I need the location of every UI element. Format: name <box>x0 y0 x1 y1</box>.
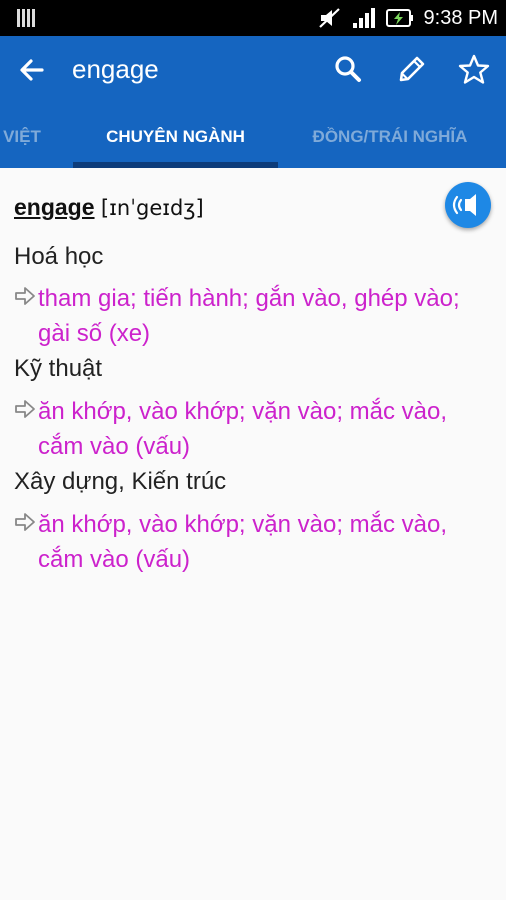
signal-icon <box>352 8 375 28</box>
definition-text: ăn khớp, vào khớp; vặn vào; mắc vào, cắm… <box>38 511 448 573</box>
notification-icon <box>17 9 35 27</box>
search-icon[interactable] <box>330 52 366 88</box>
headword-line: engage [ɪnˈgeɪdʒ] <box>14 194 204 221</box>
mute-icon <box>318 8 340 28</box>
category-label: Kỹ thuật <box>14 355 103 382</box>
arrow-right-icon <box>15 513 35 531</box>
back-arrow-icon[interactable] <box>14 52 50 88</box>
arrow-right-icon <box>15 287 35 305</box>
category-label: Xây dựng, Kiến trúc <box>14 468 227 495</box>
status-bar: 9:38 PM <box>0 0 506 36</box>
definition-text: ăn khớp, vào khớp; vặn vào; mắc vào, cắm… <box>38 398 448 460</box>
pencil-icon[interactable] <box>393 52 429 88</box>
tab-chuyen-nganh[interactable]: CHUYÊN NGÀNH <box>73 106 278 168</box>
speaker-button[interactable] <box>445 182 491 228</box>
definition-text: tham gia; tiến hành; gắn vào, ghép vào; … <box>38 285 460 347</box>
star-icon[interactable] <box>456 52 492 88</box>
app-bar: engage <box>0 36 506 106</box>
arrow-right-icon <box>15 400 35 418</box>
headword[interactable]: engage <box>14 194 95 220</box>
category-label: Hoá học <box>14 243 104 270</box>
tab-viet[interactable]: VIỆT <box>0 106 52 168</box>
speaker-icon <box>452 194 476 216</box>
entry-content: engage [ɪnˈgeɪdʒ] Hoá học tham gia; tiến… <box>0 168 506 900</box>
tab-bar: VIỆT CHUYÊN NGÀNH ĐỒNG/TRÁI NGHĨA <box>0 106 506 168</box>
status-time: 9:38 PM <box>423 6 498 29</box>
battery-icon <box>385 9 413 27</box>
tab-dong-trai-nghia[interactable]: ĐỒNG/TRÁI NGHĨA <box>300 106 480 168</box>
page-title: engage <box>72 54 159 84</box>
pronunciation: [ɪnˈgeɪdʒ] <box>100 196 204 220</box>
